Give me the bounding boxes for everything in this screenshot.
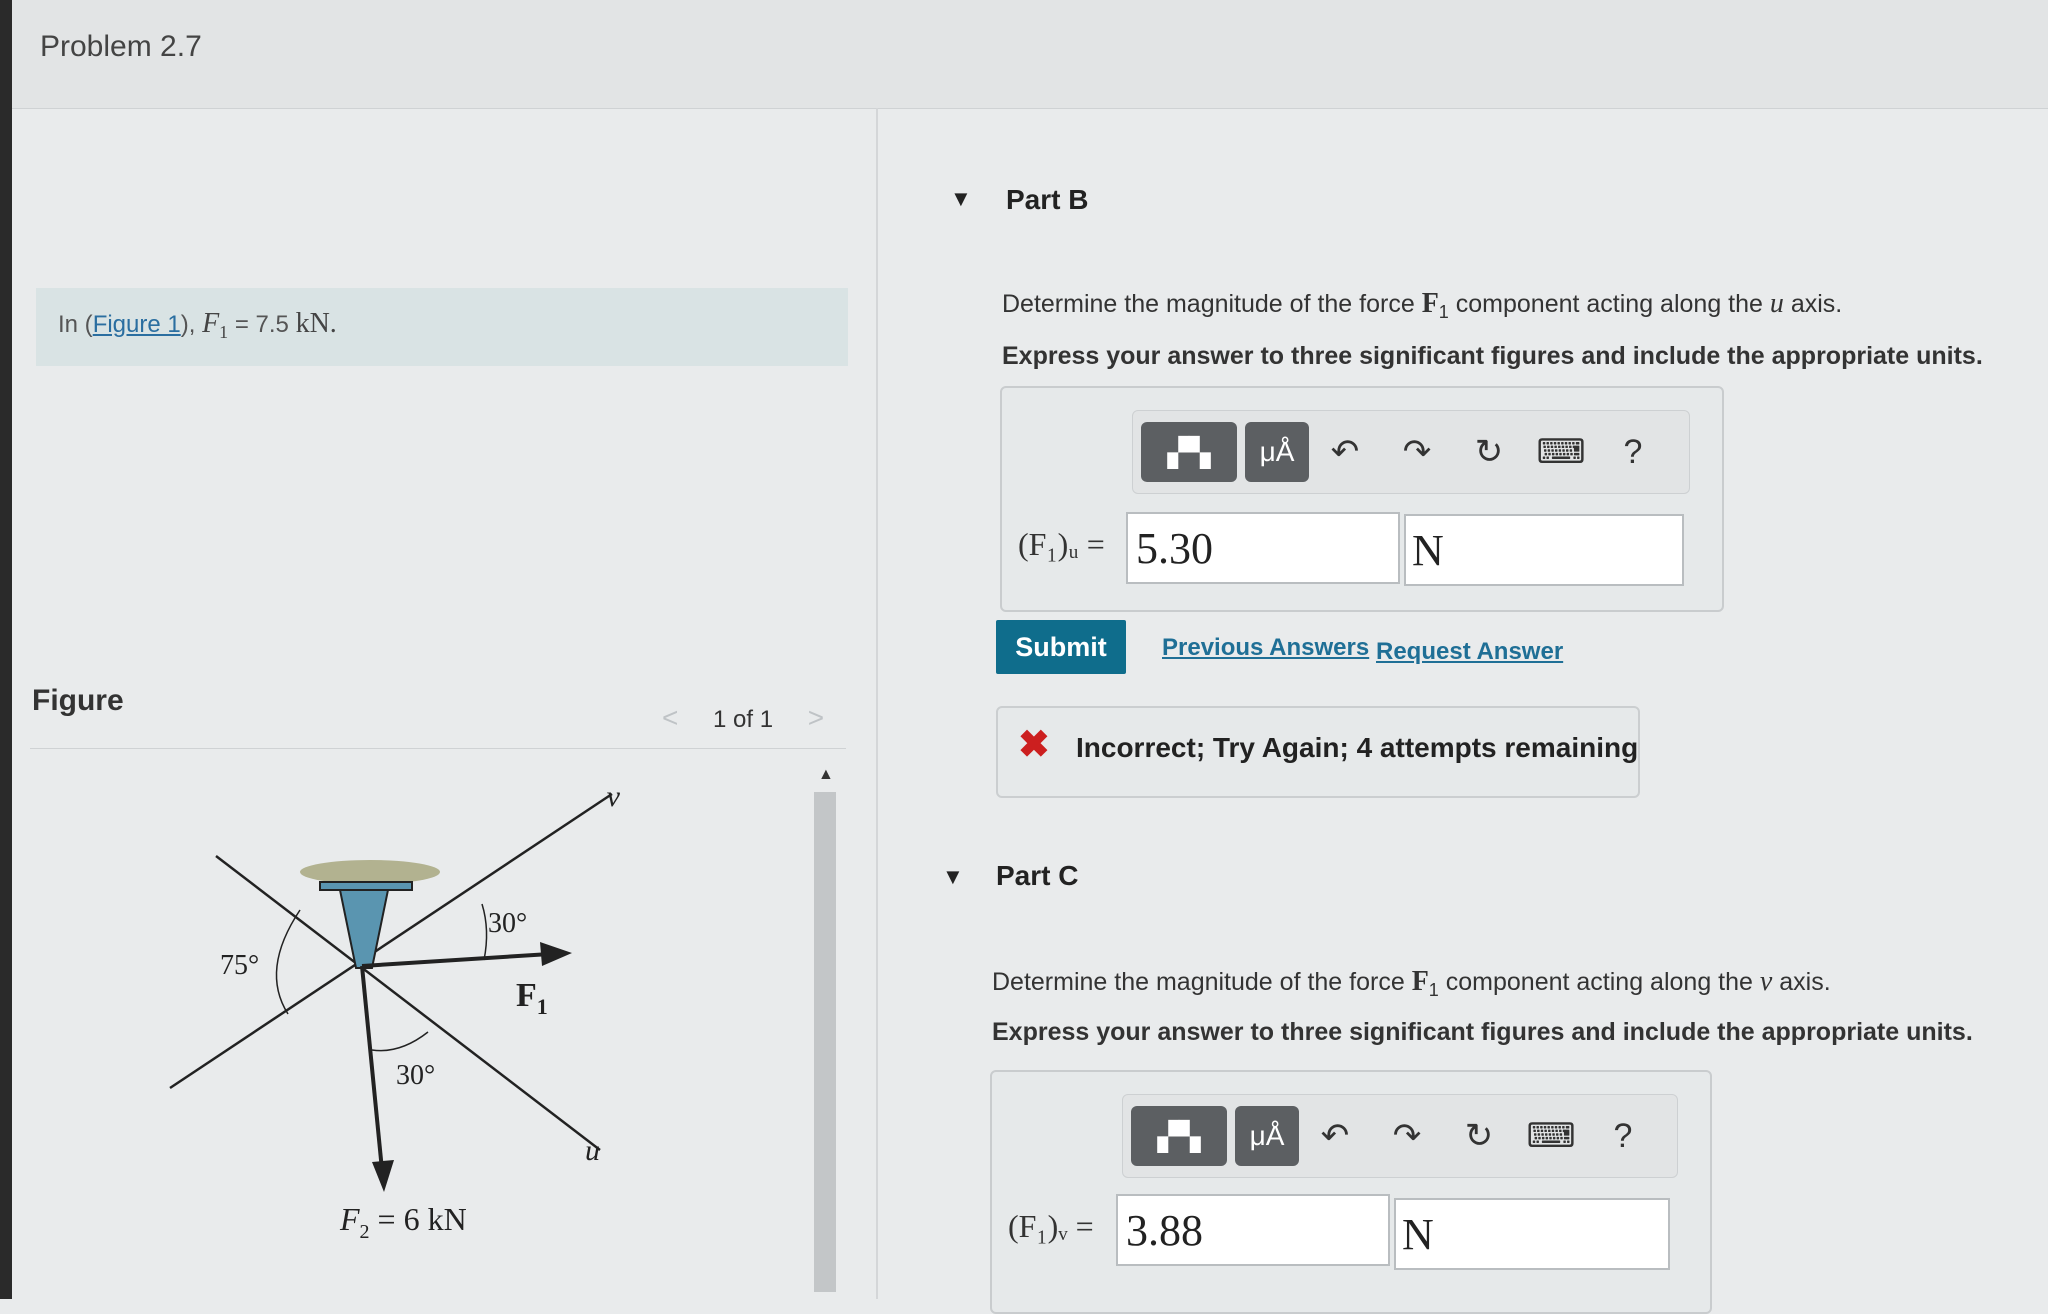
prompt-var-sub: 1 [219,321,229,342]
prompt-eq: = 7.5 [228,311,296,338]
pager-text: 1 of 1 [713,706,774,733]
u-axis-label: u [585,1134,600,1167]
prompt-unit: kN. [295,308,337,339]
part-c-value-input[interactable]: 3.88 [1116,1194,1390,1266]
angle-30-bottom-arc [371,1031,429,1052]
figure-scrollbar[interactable] [814,792,836,1292]
reset-icon[interactable]: ↻ [1453,422,1525,482]
prompt-suffix: ), [180,311,203,338]
angle-30-top-label: 30° [488,908,527,939]
part-b-value-input[interactable]: 5.30 [1126,512,1400,584]
part-b-toolbar: ▞▚ μÅ ↶ ↷ ↻ ⌨ ? [1132,410,1690,494]
v-axis-label: v [607,780,620,813]
window-edge [0,0,12,1299]
angle-75-arc [275,909,301,1015]
previous-answers-link[interactable]: Previous Answers [1162,634,1369,662]
angle-75-label: 75° [220,950,259,981]
keyboard-icon[interactable]: ⌨ [1515,1106,1587,1166]
bracket-plate [319,881,413,891]
v-axis-line [169,792,613,1090]
templates-button[interactable]: ▞▚ [1131,1106,1227,1166]
figure-title: Figure [32,684,124,717]
force-diagram: v u 75° 30° 30° F1 F2 = 6 kN [169,780,620,1243]
prompt-prefix: In ( [58,311,93,338]
figure-pager: < 1 of 1 > [662,702,824,734]
units-button[interactable]: μÅ [1235,1106,1299,1166]
angle-30-top-arc [481,903,488,961]
ceiling-shadow [300,860,440,884]
angle-30-bottom-label: 30° [396,1060,435,1091]
part-b-title: Part B [1006,184,1089,215]
prompt-var: F [202,308,220,339]
keyboard-icon[interactable]: ⌨ [1525,422,1597,482]
feedback-message: Incorrect; Try Again; 4 attempts remaini… [1076,732,1639,763]
f1-label: F1 [516,977,548,1019]
part-b-variable-label: (F₁)ᵤ = [1018,526,1105,562]
templates-icon: ▞▚ [1167,436,1211,468]
f2-label: F2 = 6 kN [339,1201,467,1243]
part-b-collapse-toggle[interactable]: ▼ [950,186,972,212]
part-c-question: Determine the magnitude of the force F1 … [992,966,1831,1000]
scroll-up-arrow[interactable]: ▲ [818,766,834,784]
part-c-variable-label: (F₁)ᵥ = [1008,1208,1094,1244]
help-icon[interactable]: ? [1587,1106,1659,1166]
incorrect-x-icon: ✖ [1018,724,1050,766]
pager-prev-button[interactable]: < [662,702,678,733]
prompt-text: In (Figure 1), F1 = 7.5 kN. [58,308,337,343]
part-c-unit-input[interactable]: N [1394,1198,1670,1270]
part-b-unit-input[interactable]: N [1404,514,1684,586]
part-c-collapse-toggle[interactable]: ▼ [942,864,964,890]
part-c-toolbar: ▞▚ μÅ ↶ ↷ ↻ ⌨ ? [1122,1094,1678,1178]
pager-next-button[interactable]: > [808,702,824,733]
f2-arrow-shaft [360,965,384,1171]
part-b-instruction: Express your answer to three significant… [1002,342,1983,370]
panel-divider [876,108,878,1299]
request-answer-link[interactable]: Request Answer [1376,638,1563,666]
submit-button[interactable]: Submit [996,620,1126,674]
problem-title: Problem 2.7 [40,30,202,63]
redo-icon[interactable]: ↷ [1381,422,1453,482]
part-c-instruction: Express your answer to three significant… [992,1018,1973,1046]
part-b-question: Determine the magnitude of the force F1 … [1002,288,1843,322]
undo-icon[interactable]: ↶ [1309,422,1381,482]
templates-button[interactable]: ▞▚ [1141,422,1237,482]
f1-arrow-shaft [361,952,551,968]
top-bar [0,0,2048,109]
figure-divider [30,748,846,749]
f1-arrow-head [540,942,572,966]
undo-icon[interactable]: ↶ [1299,1106,1371,1166]
figure-link[interactable]: Figure 1 [93,311,181,338]
redo-icon[interactable]: ↷ [1371,1106,1443,1166]
templates-icon: ▞▚ [1157,1120,1201,1152]
part-c-title: Part C [996,860,1079,891]
reset-icon[interactable]: ↻ [1443,1106,1515,1166]
f2-arrow-head [372,1160,394,1192]
help-icon[interactable]: ? [1597,422,1669,482]
units-button[interactable]: μÅ [1245,422,1309,482]
